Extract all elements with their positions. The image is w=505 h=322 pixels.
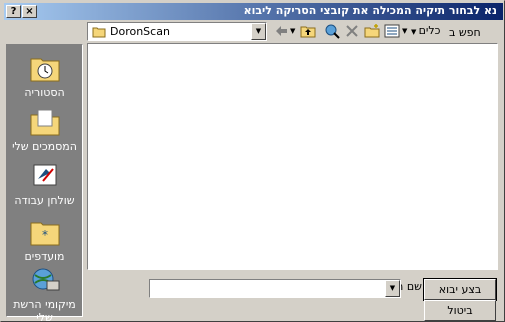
place-network[interactable]: מיקומי הרשת שלי (7, 265, 82, 322)
close-button[interactable]: × (22, 5, 37, 18)
network-places-icon (32, 268, 59, 291)
views-icon[interactable] (384, 23, 400, 39)
folder-name-dropdown-icon[interactable]: ▼ (385, 280, 400, 297)
window-title: נא לבחור תיקיה המכילה את קובצי הסריקה לי… (243, 4, 497, 17)
look-in-label: חפש ב (449, 26, 481, 39)
look-in-combo[interactable]: DoronScan ▼ (87, 22, 267, 41)
place-my-documents[interactable]: המסמכים שלי (7, 107, 82, 153)
tools-menu[interactable]: כלים ▼ (411, 23, 440, 39)
svg-text:*: * (42, 228, 48, 242)
place-favorites[interactable]: * מועדפים (7, 217, 82, 263)
place-history[interactable]: הסטוריה (7, 53, 82, 99)
delete-icon[interactable] (345, 23, 359, 39)
file-list[interactable] (87, 43, 498, 270)
place-desktop[interactable]: שולחן עבודה (7, 161, 82, 207)
import-button[interactable]: בצע יבוא (423, 278, 497, 301)
tools-dropdown-icon: ▼ (411, 28, 419, 36)
history-icon (30, 58, 59, 82)
title-bar[interactable]: נא לבחור תיקיה המכילה את קובצי הסריקה לי… (4, 3, 503, 20)
back-dropdown-icon[interactable]: ▼ (290, 23, 295, 39)
folder-icon (92, 27, 106, 38)
new-folder-icon[interactable] (364, 23, 380, 39)
my-documents-icon (30, 109, 59, 136)
cancel-button[interactable]: ביטול (424, 300, 496, 321)
back-icon[interactable] (273, 23, 289, 39)
favorites-icon: * (30, 222, 59, 246)
desktop-icon (33, 164, 56, 186)
views-dropdown-icon[interactable]: ▼ (402, 23, 407, 39)
places-bar: הסטוריה המסמכים שלי שולחן עבודה * מועדפי… (6, 44, 83, 322)
look-in-value: DoronScan (110, 25, 170, 38)
up-folder-icon[interactable] (300, 23, 316, 39)
help-button[interactable]: ? (6, 5, 21, 18)
dialog-window: נא לבחור תיקיה המכילה את קובצי הסריקה לי… (0, 0, 505, 322)
search-web-icon[interactable] (324, 23, 340, 39)
chevron-down-icon[interactable]: ▼ (251, 23, 266, 40)
folder-name-input[interactable]: ▼ (149, 279, 401, 298)
